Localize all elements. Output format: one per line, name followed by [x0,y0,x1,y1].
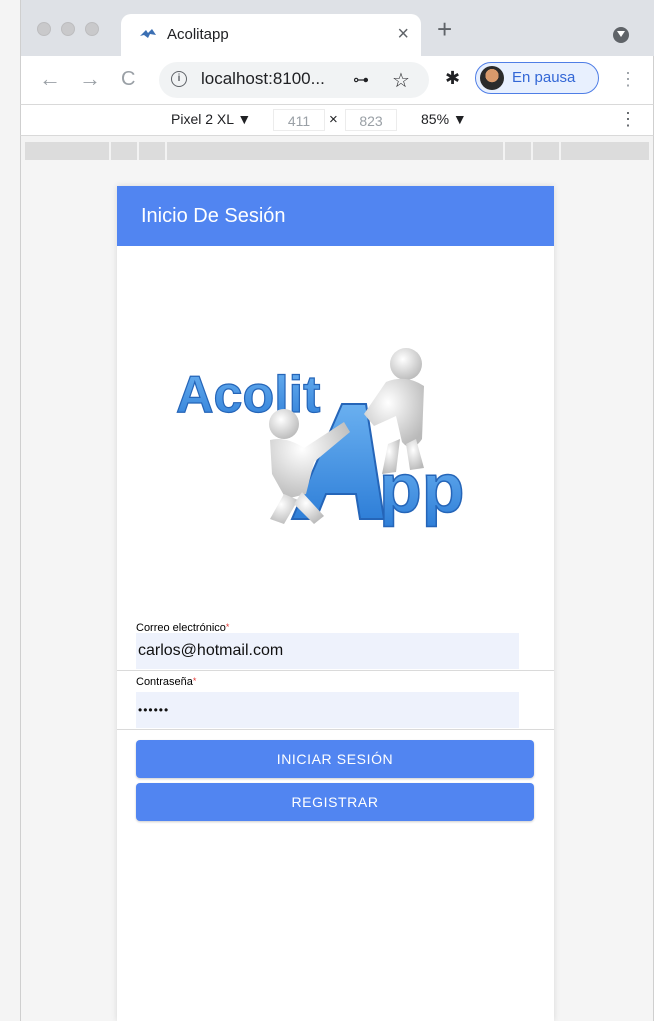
profile-button[interactable]: En pausa [475,62,599,94]
dimension-separator: × [329,111,338,128]
tab-title: Acolitapp [167,26,229,43]
device-height-input[interactable]: 823 [345,109,397,131]
browser-toolbar: ← → C i localhost:8100... ⊶ ☆ ✱ En pausa… [20,56,654,104]
ruler-segment[interactable] [111,142,137,160]
browser-window: Acolitapp × + ← → C i localhost:8100... … [0,0,654,1021]
close-window-button[interactable] [37,22,51,36]
register-button[interactable]: REGISTRAR [136,783,534,821]
media-query-bar [20,136,654,160]
device-width-input[interactable]: 411 [273,109,325,131]
reload-icon[interactable]: C [121,66,135,92]
ruler-segment[interactable] [505,142,531,160]
email-field-group: Correo electrónico* [117,618,554,671]
url-text[interactable]: localhost:8100... [201,69,325,89]
ruler-segment[interactable] [167,142,503,160]
password-field-group: Contraseña* [117,672,554,730]
tab-search-icon[interactable] [613,27,629,43]
password-label: Contraseña* [136,676,197,688]
password-field[interactable] [136,692,519,728]
ruler-segment[interactable] [139,142,165,160]
svg-text:Acolit: Acolit [176,366,320,424]
email-field[interactable] [136,633,519,669]
page-title: Inicio De Sesión [141,205,286,227]
profile-status: En pausa [512,69,576,86]
tab-acolitapp[interactable]: Acolitapp × [121,14,421,56]
browser-menu-icon[interactable]: ⋮ [619,66,637,92]
device-toolbar: Pixel 2 XL ▼ 411 × 823 85% ▼ ⋮ [20,104,654,136]
extensions-icon[interactable]: ✱ [445,68,460,89]
acolitapp-logo: pp Acolit [174,344,504,534]
favicon-icon [138,26,158,44]
device-select[interactable]: Pixel 2 XL ▼ [171,111,251,127]
ruler-segment[interactable] [25,142,109,160]
tab-close-icon[interactable]: × [397,22,409,46]
minimize-window-button[interactable] [61,22,75,36]
tab-strip: Acolitapp × + [20,0,654,56]
device-screen: Inicio De Sesión pp Acolit Correo electr… [117,186,554,1021]
app-header: Inicio De Sesión [117,186,554,246]
key-icon[interactable]: ⊶ [353,70,369,90]
address-bar[interactable]: i localhost:8100... ⊶ ☆ [159,62,429,98]
device-menu-icon[interactable]: ⋮ [619,109,637,130]
ruler-segment[interactable] [533,142,559,160]
forward-icon[interactable]: → [79,66,101,92]
back-icon[interactable]: ← [39,66,61,92]
login-button[interactable]: INICIAR SESIÓN [136,740,534,778]
zoom-select[interactable]: 85% ▼ [421,111,467,127]
ruler-segment[interactable] [561,142,649,160]
new-tab-button[interactable]: + [437,16,452,42]
maximize-window-button[interactable] [85,22,99,36]
bookmark-star-icon[interactable]: ☆ [392,68,410,93]
info-icon[interactable]: i [171,71,187,87]
avatar [480,66,504,90]
